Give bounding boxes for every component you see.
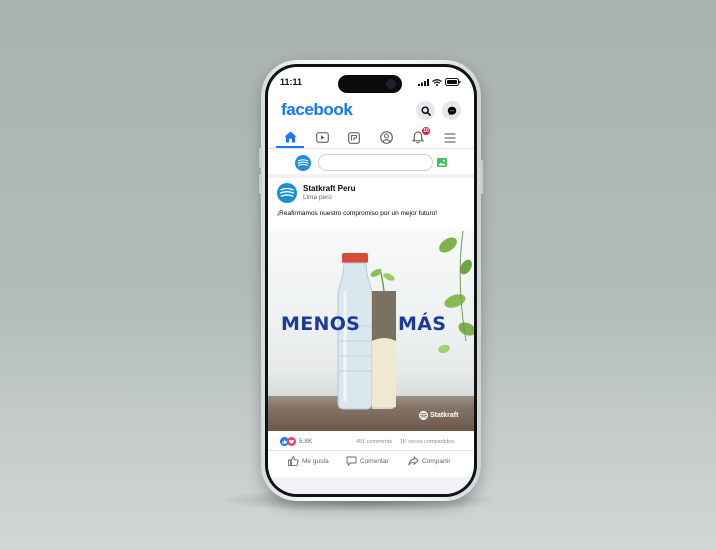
tab-feeds[interactable] bbox=[340, 127, 368, 148]
screen-bezel: 11:11 facebook 10 Statkraft Peru Lima pe… bbox=[265, 64, 477, 497]
like-button[interactable]: Me gusta bbox=[288, 456, 329, 466]
tab-profile[interactable] bbox=[372, 127, 400, 148]
image-headline-left: MENOS bbox=[281, 313, 361, 335]
reaction-icons[interactable] bbox=[280, 437, 296, 446]
thumbs-up-icon bbox=[288, 456, 299, 466]
post-location: Lima perú bbox=[303, 194, 332, 201]
status-icons bbox=[418, 78, 461, 86]
post-author[interactable]: Statkraft Peru bbox=[303, 184, 355, 193]
tab-watch[interactable] bbox=[308, 127, 336, 148]
comment-label: Comentar bbox=[360, 457, 389, 465]
volume-up-button bbox=[259, 148, 262, 168]
feeds-icon bbox=[348, 131, 360, 144]
volume-down-button bbox=[259, 174, 262, 194]
battery-icon bbox=[445, 78, 461, 86]
share-label: Compartir bbox=[422, 457, 451, 465]
post-composer bbox=[268, 152, 474, 178]
menu-icon bbox=[444, 132, 456, 143]
messenger-icon bbox=[447, 106, 456, 115]
whats-on-your-mind-input[interactable] bbox=[318, 154, 433, 171]
shares-count[interactable]: 1K veces compartidos bbox=[400, 439, 454, 445]
tab-menu[interactable] bbox=[436, 127, 464, 148]
next-post-separator bbox=[268, 477, 474, 494]
tab-notifications[interactable]: 10 bbox=[404, 127, 432, 148]
profile-icon bbox=[379, 131, 393, 144]
brand-watermark: Statkraft bbox=[419, 411, 458, 420]
reactions-count: 5.8K bbox=[299, 438, 313, 445]
like-label: Me gusta bbox=[302, 457, 329, 465]
notification-badge: 10 bbox=[422, 127, 430, 135]
comment-button[interactable]: Comentar bbox=[346, 456, 389, 466]
post-header: Statkraft Peru Lima perú bbox=[268, 181, 474, 211]
post-image[interactable]: MENOS MÁS Statkraft bbox=[268, 231, 474, 431]
home-icon bbox=[284, 131, 296, 142]
status-time: 11:11 bbox=[280, 77, 303, 87]
wifi-icon bbox=[432, 78, 442, 86]
app-header: facebook bbox=[268, 97, 474, 125]
share-button[interactable]: Compartir bbox=[408, 456, 451, 466]
love-reaction-icon bbox=[287, 437, 296, 446]
share-icon bbox=[408, 456, 419, 466]
image-headline-right: MÁS bbox=[398, 313, 447, 335]
phone-screen: 11:11 facebook 10 Statkraft Peru Lima pe… bbox=[268, 67, 474, 494]
brand-name: Statkraft bbox=[430, 412, 459, 419]
tab-home[interactable] bbox=[276, 127, 304, 148]
search-icon bbox=[420, 105, 431, 116]
phone-mockup: 11:11 facebook 10 Statkraft Peru Lima pe… bbox=[259, 60, 483, 501]
page-avatar[interactable] bbox=[277, 183, 297, 203]
post-actions: Me gusta Comentar Compartir bbox=[268, 451, 474, 475]
statkraft-logo-icon bbox=[419, 411, 428, 420]
front-camera bbox=[386, 79, 396, 89]
facebook-logo[interactable]: facebook bbox=[281, 100, 353, 120]
nav-tabs: 10 bbox=[268, 127, 474, 149]
messenger-button[interactable] bbox=[442, 101, 461, 120]
reactions-summary: 5.8K 451 comments 1K veces compartidos bbox=[268, 433, 474, 451]
signal-icon bbox=[418, 78, 429, 86]
photo-icon[interactable] bbox=[437, 158, 447, 167]
comments-count[interactable]: 451 comments bbox=[356, 439, 392, 445]
user-avatar[interactable] bbox=[295, 155, 311, 171]
search-button[interactable] bbox=[416, 101, 435, 120]
power-button bbox=[480, 160, 483, 194]
video-icon bbox=[315, 132, 329, 143]
post-text: ¡Reafirmamos nuestro compromiso por un m… bbox=[277, 210, 438, 217]
comment-icon bbox=[346, 456, 357, 466]
dynamic-island bbox=[338, 75, 402, 93]
